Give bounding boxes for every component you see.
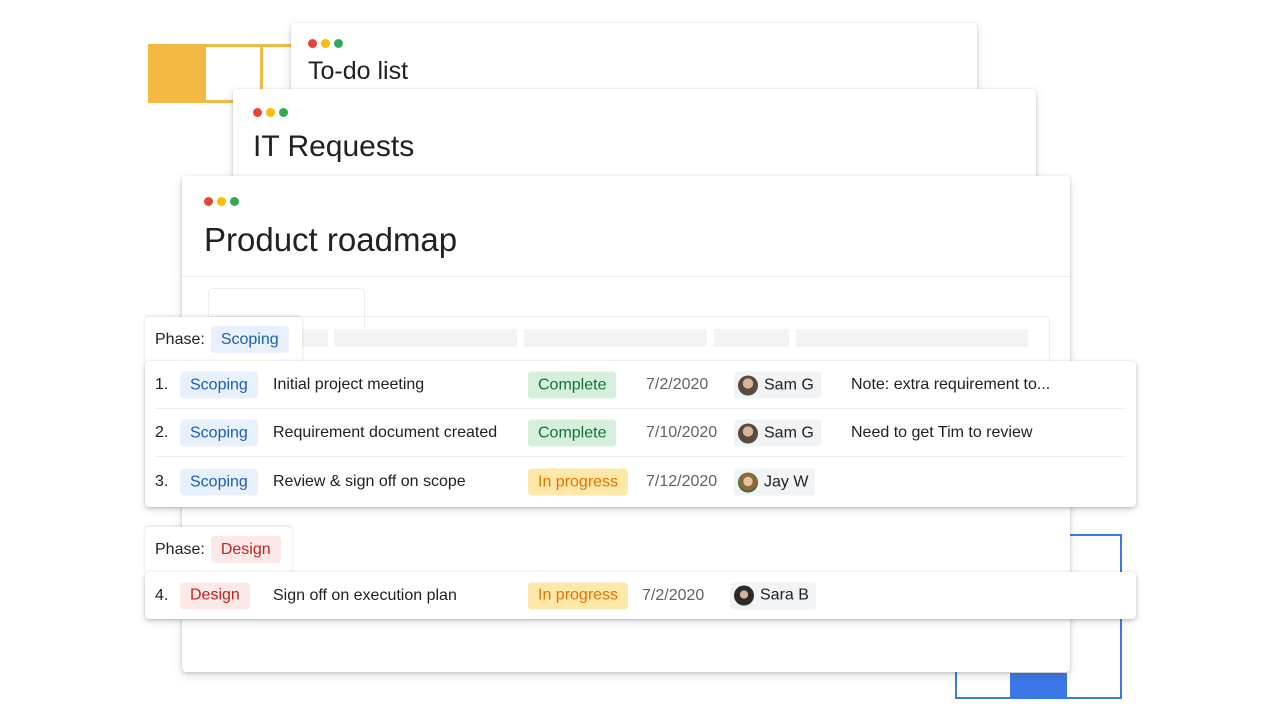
window-title: Product roadmap (204, 221, 458, 258)
skeleton-bar (300, 329, 328, 347)
window-controls (204, 197, 239, 206)
owner-name: Sam G (764, 376, 814, 393)
minimize-dot-icon[interactable] (217, 197, 226, 206)
window-title: IT Requests (253, 130, 415, 163)
avatar (738, 423, 758, 443)
close-dot-icon[interactable] (308, 39, 317, 48)
skeleton-bar (714, 329, 789, 347)
window-controls (253, 108, 288, 117)
phase-chip[interactable]: Scoping (210, 326, 289, 353)
phase-chip[interactable]: Scoping (180, 468, 258, 496)
due-date[interactable]: 7/12/2020 (646, 473, 717, 491)
owner-chip[interactable]: Sara B (730, 582, 816, 609)
table-row[interactable]: 4. Design Sign off on execution plan In … (145, 572, 1136, 619)
table-row[interactable]: 2. Scoping Requirement document created … (145, 409, 1136, 457)
status-badge[interactable]: In progress (528, 582, 629, 609)
task-name[interactable]: Requirement document created (273, 424, 497, 442)
owner-name: Sam G (764, 424, 814, 441)
due-date[interactable]: 7/2/2020 (642, 587, 704, 605)
phase-group-tab-design[interactable]: Phase: Design (145, 527, 292, 572)
row-number: 4. (155, 586, 169, 604)
maximize-dot-icon[interactable] (279, 108, 288, 117)
header-divider (182, 276, 1070, 277)
task-name[interactable]: Sign off on execution plan (273, 587, 457, 605)
owner-name: Sara B (760, 586, 809, 604)
status-badge[interactable]: In progress (528, 468, 629, 496)
row-number: 1. (155, 376, 169, 393)
owner-chip[interactable]: Sam G (734, 419, 821, 447)
row-number: 2. (155, 424, 169, 441)
phase-chip[interactable]: Design (210, 536, 281, 563)
maximize-dot-icon[interactable] (230, 197, 239, 206)
status-badge[interactable]: Complete (528, 371, 617, 399)
phase-group-card-scoping: 1. Scoping Initial project meeting Compl… (145, 361, 1136, 507)
phase-chip[interactable]: Scoping (180, 371, 258, 399)
close-dot-icon[interactable] (253, 108, 262, 117)
phase-chip[interactable]: Design (180, 582, 250, 609)
owner-chip[interactable]: Sam G (734, 371, 821, 399)
avatar (734, 585, 754, 606)
due-date[interactable]: 7/10/2020 (646, 424, 717, 442)
avatar (738, 472, 758, 492)
owner-chip[interactable]: Jay W (734, 468, 816, 496)
maximize-dot-icon[interactable] (334, 39, 343, 48)
decorative-yellow-block (148, 44, 206, 103)
skeleton-bar (334, 329, 517, 347)
phase-chip[interactable]: Scoping (180, 419, 258, 447)
table-row[interactable]: 1. Scoping Initial project meeting Compl… (145, 361, 1136, 409)
due-date[interactable]: 7/2/2020 (646, 376, 708, 394)
task-name[interactable]: Review & sign off on scope (273, 473, 466, 491)
window-controls (308, 39, 343, 48)
phase-label: Phase: (155, 540, 205, 558)
owner-name: Jay W (764, 473, 809, 490)
note-text[interactable]: Need to get Tim to review (851, 424, 1032, 442)
phase-group-tab-scoping[interactable]: Phase: Scoping (145, 317, 302, 362)
row-divider (155, 456, 1126, 457)
close-dot-icon[interactable] (204, 197, 213, 206)
task-name[interactable]: Initial project meeting (273, 376, 424, 394)
note-text[interactable]: Note: extra requirement to... (851, 376, 1050, 394)
table-row[interactable]: 3. Scoping Review & sign off on scope In… (145, 458, 1136, 506)
avatar (738, 375, 758, 395)
status-badge[interactable]: Complete (528, 419, 617, 447)
skeleton-bar (524, 329, 707, 347)
phase-group-card-design: 4. Design Sign off on execution plan In … (145, 572, 1136, 619)
row-number: 3. (155, 473, 169, 490)
skeleton-bar (796, 329, 1028, 347)
minimize-dot-icon[interactable] (266, 108, 275, 117)
minimize-dot-icon[interactable] (321, 39, 330, 48)
decorative-blue-block (1010, 673, 1067, 698)
window-title: To-do list (308, 57, 409, 85)
phase-label: Phase: (155, 330, 205, 348)
